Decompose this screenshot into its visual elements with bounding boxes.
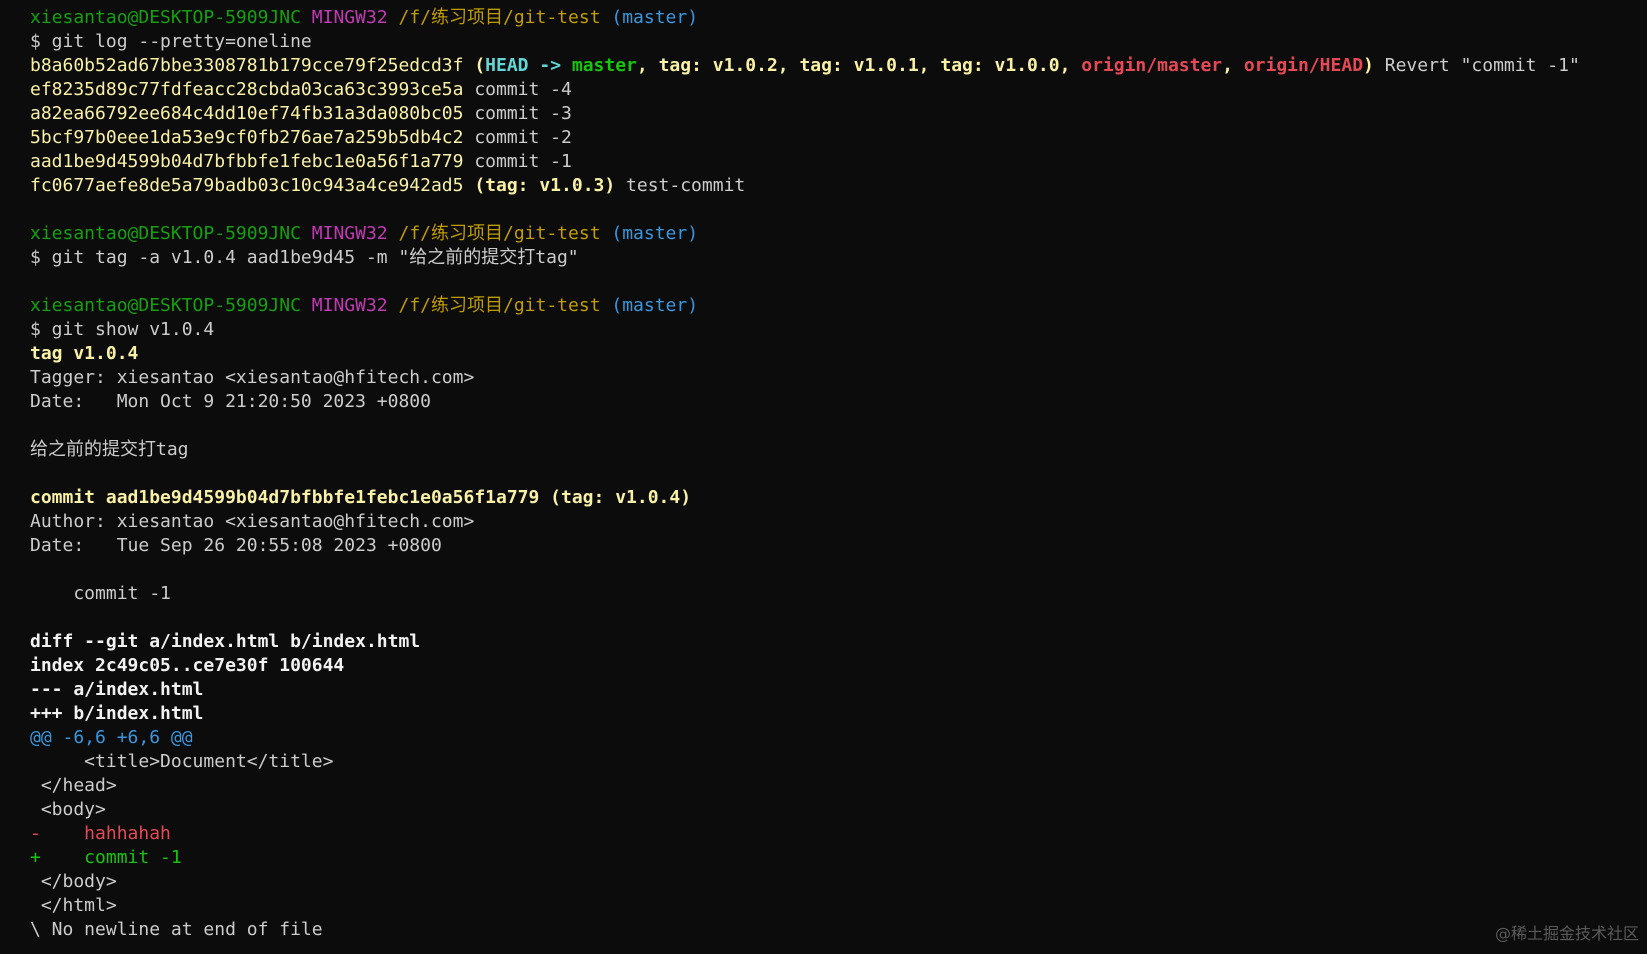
prompt-branch: (master) xyxy=(611,295,699,316)
deco-tag: (tag: v1.0.3) xyxy=(463,175,616,196)
commit-header: commit aad1be9d4599b04d7bfbbfe1febc1e0a5… xyxy=(30,487,692,508)
prompt-env: MINGW32 xyxy=(311,7,388,28)
log-line: ef8235d89c77fdfeacc28cbda03ca63c3993ce5a… xyxy=(30,78,1647,102)
shell-prompt: xiesantao@DESKTOP-5909JNC MINGW32 /f/练习项… xyxy=(30,6,1647,30)
commit-hash: aad1be9d4599b04d7bfbbfe1febc1e0a56f1a779 xyxy=(30,151,464,172)
commit-message: commit -1 xyxy=(463,151,572,172)
log-line: 5bcf97b0eee1da53e9cf0fb276ae7a259b5db4c2… xyxy=(30,126,1647,150)
log-line: fc0677aefe8de5a79badb03c10c943a4ce942ad5… xyxy=(30,174,1647,198)
tag-header: tag v1.0.4 xyxy=(30,343,139,364)
prompt-user-host: xiesantao@DESKTOP-5909JNC xyxy=(30,223,301,244)
diff-hunk-header: @@ -6,6 +6,6 @@ xyxy=(30,727,193,748)
tag-date-line: Date: Mon Oct 9 21:20:50 2023 +0800 xyxy=(30,391,431,412)
log-line: a82ea66792ee684c4dd10ef74fb31a3da080bc05… xyxy=(30,102,1647,126)
prompt-env: MINGW32 xyxy=(311,223,388,244)
deco-close: ) xyxy=(1363,55,1374,76)
commit-message: commit -2 xyxy=(463,127,572,148)
diff-header-line: diff --git a/index.html b/index.html xyxy=(30,631,421,652)
tag-message: 给之前的提交打tag xyxy=(30,439,189,460)
author-line: Author: xiesantao <xiesantao@hfitech.com… xyxy=(30,511,475,532)
diff-context-line: </head> xyxy=(30,775,117,796)
command-git-log: $ git log --pretty=oneline xyxy=(30,31,312,52)
commit-hash: 5bcf97b0eee1da53e9cf0fb276ae7a259b5db4c2 xyxy=(30,127,464,148)
prompt-path: /f/练习项目/git-test xyxy=(398,223,601,244)
diff-header-line: --- a/index.html xyxy=(30,679,204,700)
prompt-user-host: xiesantao@DESKTOP-5909JNC xyxy=(30,295,301,316)
deco-sep: , xyxy=(1059,55,1082,76)
terminal-window[interactable]: xiesantao@DESKTOP-5909JNC MINGW32 /f/练习项… xyxy=(0,0,1647,954)
deco-origin-master: origin/master xyxy=(1081,55,1223,76)
prompt-env: MINGW32 xyxy=(311,295,388,316)
commit-message: Revert "commit -1" xyxy=(1373,55,1580,76)
deco-sep: , xyxy=(636,55,659,76)
commit-hash: ef8235d89c77fdfeacc28cbda03ca63c3993ce5a xyxy=(30,79,464,100)
diff-removed-line: - hahhahah xyxy=(30,823,171,844)
commit-hash: a82ea66792ee684c4dd10ef74fb31a3da080bc05 xyxy=(30,103,464,124)
diff-no-newline-note: \ No newline at end of file xyxy=(30,919,323,940)
prompt-branch: (master) xyxy=(611,7,699,28)
commit-message: test-commit xyxy=(615,175,746,196)
diff-added-line: + commit -1 xyxy=(30,847,182,868)
deco-origin-head: origin/HEAD xyxy=(1243,55,1364,76)
prompt-user-host: xiesantao@DESKTOP-5909JNC xyxy=(30,7,301,28)
diff-context-line: </html> xyxy=(30,895,117,916)
command-git-tag: $ git tag -a v1.0.4 aad1be9d45 -m "给之前的提… xyxy=(30,247,579,268)
log-line: b8a60b52ad67bbe3308781b179cce79f25edcd3f… xyxy=(30,54,1647,78)
commit-hash: b8a60b52ad67bbe3308781b179cce79f25edcd3f xyxy=(30,55,464,76)
commit-message: commit -1 xyxy=(30,583,171,604)
deco-head: HEAD -> xyxy=(485,55,562,76)
commit-message: commit -4 xyxy=(463,79,572,100)
deco-open: ( xyxy=(463,55,486,76)
deco-sep: , xyxy=(1222,55,1244,76)
prompt-path: /f/练习项目/git-test xyxy=(398,295,601,316)
deco-space xyxy=(561,55,572,76)
shell-prompt: xiesantao@DESKTOP-5909JNC MINGW32 /f/练习项… xyxy=(30,294,1647,318)
deco-master: master xyxy=(571,55,637,76)
shell-prompt: xiesantao@DESKTOP-5909JNC MINGW32 /f/练习项… xyxy=(30,222,1647,246)
commit-date-line: Date: Tue Sep 26 20:55:08 2023 +0800 xyxy=(30,535,442,556)
diff-header-line: index 2c49c05..ce7e30f 100644 xyxy=(30,655,345,676)
diff-context-line: <title>Document</title> xyxy=(30,751,334,772)
log-line: aad1be9d4599b04d7bfbbfe1febc1e0a56f1a779… xyxy=(30,150,1647,174)
command-git-show: $ git show v1.0.4 xyxy=(30,319,215,340)
tagger-line: Tagger: xiesantao <xiesantao@hfitech.com… xyxy=(30,367,475,388)
watermark: @稀土掘金技术社区 xyxy=(1494,924,1639,943)
commit-hash: fc0677aefe8de5a79badb03c10c943a4ce942ad5 xyxy=(30,175,464,196)
prompt-path: /f/练习项目/git-test xyxy=(398,7,601,28)
diff-header-line: +++ b/index.html xyxy=(30,703,204,724)
prompt-branch: (master) xyxy=(611,223,699,244)
diff-context-line: <body> xyxy=(30,799,106,820)
commit-message: commit -3 xyxy=(463,103,572,124)
diff-context-line: </body> xyxy=(30,871,117,892)
deco-tags: tag: v1.0.2, tag: v1.0.1, tag: v1.0.0 xyxy=(658,55,1060,76)
